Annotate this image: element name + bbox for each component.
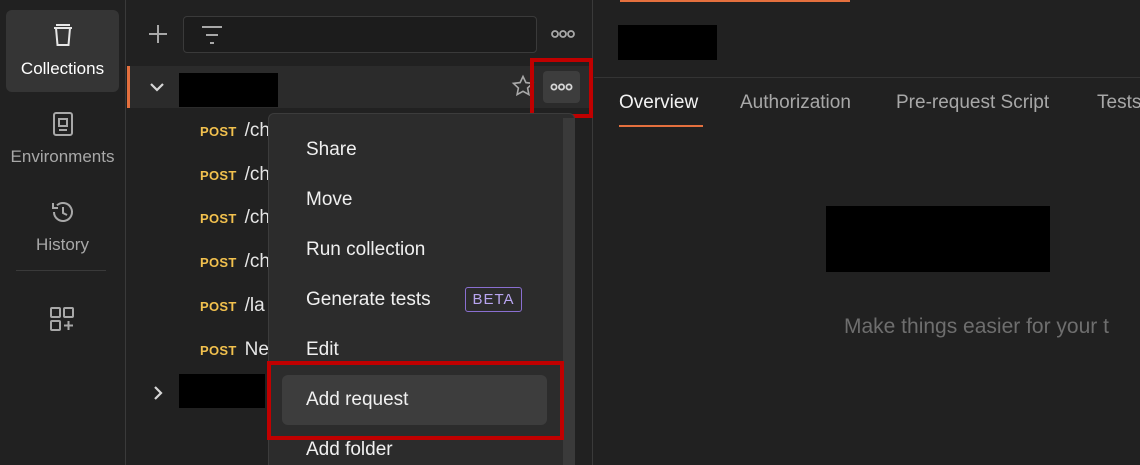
request-item[interactable]: POST /ch xyxy=(200,160,270,190)
empty-state-tagline: Make things easier for your t xyxy=(844,315,1109,338)
request-path: /ch xyxy=(244,164,270,185)
tab-authorization[interactable]: Authorization xyxy=(740,92,851,114)
request-item[interactable]: POST /ch xyxy=(200,203,270,233)
method-badge: POST xyxy=(200,210,237,226)
redacted-title xyxy=(618,25,717,60)
star-icon[interactable] xyxy=(511,74,535,98)
request-path: /la xyxy=(244,295,265,316)
menu-item-edit[interactable]: Edit xyxy=(306,339,339,361)
rail-history-label: History xyxy=(36,235,89,254)
menu-item-share[interactable]: Share xyxy=(306,139,357,161)
environment-icon xyxy=(52,112,73,136)
active-tab-accent xyxy=(620,0,850,2)
more-options-icon[interactable] xyxy=(549,24,577,44)
divider xyxy=(594,77,1140,78)
tab-underline xyxy=(619,125,703,127)
menu-item-move[interactable]: Move xyxy=(306,189,352,211)
request-path: /ch xyxy=(244,120,270,141)
rail-divider xyxy=(16,270,106,271)
menu-item-run-collection[interactable]: Run collection xyxy=(306,239,425,261)
request-path: /ch xyxy=(244,251,270,272)
request-path: /ch xyxy=(244,207,270,228)
tab-pre-request-script[interactable]: Pre-request Script xyxy=(896,92,1049,114)
rail-environments[interactable]: Environments xyxy=(6,98,119,180)
chevron-right-icon[interactable] xyxy=(148,382,168,404)
plus-icon[interactable] xyxy=(144,20,172,48)
request-item[interactable]: POST /la xyxy=(200,291,265,321)
rail-history[interactable]: History xyxy=(6,186,119,268)
request-path: Ne xyxy=(244,339,269,360)
tab-overview[interactable]: Overview xyxy=(619,92,698,114)
method-badge: POST xyxy=(200,342,237,358)
menu-item-add-request[interactable]: Add request xyxy=(306,389,408,411)
filter-icon xyxy=(202,26,222,44)
more-options-icon xyxy=(550,83,573,91)
redacted-collection-name xyxy=(179,374,265,408)
filter-input[interactable] xyxy=(183,16,537,53)
redacted-collection-name xyxy=(179,73,278,107)
request-item[interactable]: POST /ch xyxy=(200,116,270,146)
rail-collections[interactable]: Collections xyxy=(6,10,119,92)
method-badge: POST xyxy=(200,167,237,183)
history-icon xyxy=(51,202,73,222)
left-rail: Collections Environments History xyxy=(0,0,126,465)
menu-item-add-folder[interactable]: Add folder xyxy=(306,439,393,461)
chevron-down-icon[interactable] xyxy=(146,76,168,98)
rail-environments-label: Environments xyxy=(10,147,115,166)
beta-badge: BETA xyxy=(465,287,522,312)
method-badge: POST xyxy=(200,254,237,270)
redacted-illustration xyxy=(826,206,1050,272)
rail-collections-label: Collections xyxy=(20,59,105,78)
menu-scrollbar[interactable] xyxy=(563,118,575,465)
apps-add-icon[interactable] xyxy=(48,305,76,333)
request-item[interactable]: POST Ne xyxy=(200,335,269,365)
method-badge: POST xyxy=(200,298,237,314)
trash-bin-icon xyxy=(53,24,72,46)
menu-item-generate-tests[interactable]: Generate tests xyxy=(306,289,431,311)
method-badge: POST xyxy=(200,123,237,139)
request-item[interactable]: POST /ch xyxy=(200,247,270,277)
tab-tests[interactable]: Tests xyxy=(1097,92,1140,114)
collection-more-button[interactable] xyxy=(543,71,580,103)
